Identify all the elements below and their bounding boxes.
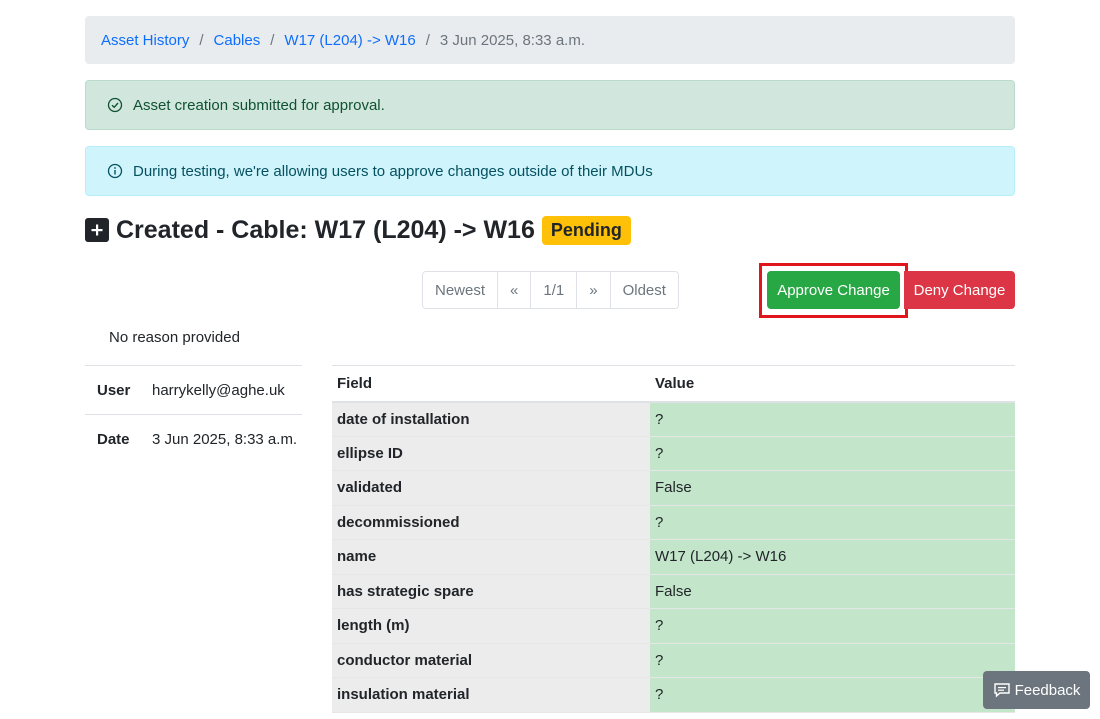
deny-change-button[interactable]: Deny Change: [904, 271, 1015, 309]
chat-icon: [993, 682, 1011, 698]
table-row: date of installation?: [332, 401, 1015, 437]
table-row: decommissioned?: [332, 505, 1015, 540]
value-cell: ?: [650, 401, 1015, 437]
column-header-value: Value: [650, 365, 1015, 403]
table-row: has strategic spare False: [332, 574, 1015, 609]
breadcrumb-separator: /: [199, 31, 204, 49]
pagination-oldest[interactable]: Oldest: [610, 272, 678, 308]
field-cell: has strategic spare: [332, 574, 650, 609]
table-row: ellipse ID?: [332, 436, 1015, 471]
pagination-next[interactable]: »: [577, 272, 611, 308]
feedback-label: Feedback: [1014, 681, 1081, 699]
table-row: validated False: [332, 470, 1015, 506]
success-alert-text: Asset creation submitted for approval.: [133, 96, 385, 114]
field-cell: insulation material: [332, 677, 650, 713]
field-cell: name: [332, 539, 650, 575]
success-alert: Asset creation submitted for approval.: [85, 80, 1015, 130]
breadcrumb-cables[interactable]: Cables: [214, 32, 261, 49]
meta-row-user: User harrykelly@aghe.uk: [85, 365, 302, 414]
field-cell: date of installation: [332, 401, 650, 437]
field-cell: length (m): [332, 608, 650, 644]
field-cell: decommissioned: [332, 505, 650, 540]
info-alert: During testing, we're allowing users to …: [85, 146, 1015, 196]
meta-date-label: Date: [97, 430, 130, 448]
breadcrumb-separator: /: [425, 31, 430, 49]
plus-square-icon: [85, 218, 109, 242]
breadcrumb-cable[interactable]: W17 (L204) -> W16: [284, 32, 415, 49]
field-cell: ellipse ID: [332, 436, 650, 471]
feedback-button[interactable]: Feedback: [983, 671, 1090, 709]
field-cell: validated: [332, 470, 650, 506]
pagination-page: 1/1: [531, 272, 578, 308]
value-cell: W17 (L204) -> W16: [650, 539, 1015, 575]
meta-user-label: User: [97, 381, 131, 399]
field-cell: conductor material: [332, 643, 650, 678]
table-row: insulation material?: [332, 677, 1015, 713]
changes-table: Field Value date of installation? ellips…: [332, 365, 1015, 713]
breadcrumb: Asset History / Cables / W17 (L204) -> W…: [85, 16, 1015, 64]
table-row: conductor material?: [332, 643, 1015, 678]
value-cell: ?: [650, 436, 1015, 471]
table-header-row: Field Value: [332, 365, 1015, 403]
change-meta: User harrykelly@aghe.uk Date 3 Jun 2025,…: [85, 365, 302, 463]
change-reason: No reason provided: [109, 329, 240, 346]
meta-date-value: 3 Jun 2025, 8:33 a.m.: [152, 430, 298, 448]
value-cell: ?: [650, 643, 1015, 678]
info-circle-icon: [107, 163, 123, 179]
check-circle-icon: [107, 97, 123, 113]
column-header-field: Field: [332, 365, 650, 403]
breadcrumb-separator: /: [270, 31, 275, 49]
table-row: length (m)?: [332, 608, 1015, 644]
value-cell: False: [650, 574, 1015, 609]
page-title-text: Created - Cable: W17 (L204) -> W16: [116, 215, 535, 244]
breadcrumb-asset-history[interactable]: Asset History: [101, 32, 189, 49]
breadcrumb-current: 3 Jun 2025, 8:33 a.m.: [439, 31, 585, 49]
pagination-newest[interactable]: Newest: [423, 272, 499, 308]
page-title: Created - Cable: W17 (L204) -> W16 Pendi…: [85, 212, 631, 248]
meta-row-date: Date 3 Jun 2025, 8:33 a.m.: [85, 414, 302, 463]
pagination-prev[interactable]: «: [498, 272, 532, 308]
value-cell: False: [650, 470, 1015, 506]
pagination: Newest « 1/1 » Oldest: [422, 271, 679, 309]
status-badge: Pending: [541, 215, 631, 245]
approve-change-button[interactable]: Approve Change: [767, 271, 900, 309]
value-cell: ?: [650, 608, 1015, 644]
value-cell: ?: [650, 677, 1015, 713]
table-row: name W17 (L204) -> W16: [332, 539, 1015, 575]
meta-user-value: harrykelly@aghe.uk: [152, 381, 285, 399]
info-alert-text: During testing, we're allowing users to …: [133, 162, 653, 180]
value-cell: ?: [650, 505, 1015, 540]
